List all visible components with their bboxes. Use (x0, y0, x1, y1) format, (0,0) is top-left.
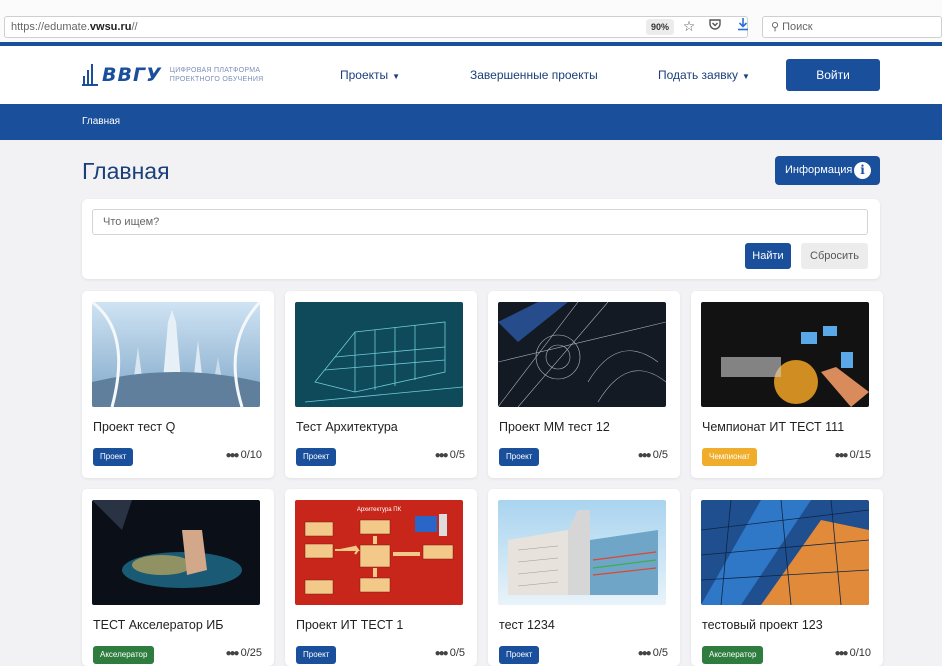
url-prefix: https://edumate. (11, 21, 90, 33)
users-icon: ●●● (834, 648, 848, 659)
project-type-badge: Проект (499, 646, 540, 664)
project-thumbnail (92, 302, 260, 407)
browser-search-placeholder: Поиск (782, 21, 813, 33)
users-icon: ●●● (434, 450, 449, 461)
download-icon[interactable] (734, 17, 752, 35)
project-title[interactable]: Чемпионат ИТ ТЕСТ 111 (702, 420, 844, 434)
address-bar[interactable]: https://edumate.vwsu.ru// (4, 16, 748, 38)
users-icon: ●●● (434, 648, 449, 659)
project-card[interactable]: тестовый проект 123 Акселератор ●●● 0/10 (691, 489, 883, 666)
project-title[interactable]: Проект ИТ ТЕСТ 1 (296, 618, 403, 632)
members-count: ●●● 0/5 (638, 449, 668, 461)
project-type-badge: Проект (499, 448, 540, 466)
project-card[interactable]: тест 1234 Проект ●●● 0/5 (488, 489, 680, 666)
browser-toolbar: https://edumate.vwsu.ru// 90% ☆ ⚲ Поиск (0, 0, 942, 43)
users-icon: ●●● (225, 648, 239, 659)
users-icon: ●●● (834, 450, 848, 461)
project-title[interactable]: тестовый проект 123 (702, 618, 823, 632)
project-type-badge: Проект (296, 646, 337, 664)
members-value: 0/5 (652, 449, 668, 461)
members-count: ●●● 0/5 (435, 449, 465, 461)
project-thumbnail (92, 500, 260, 605)
url-suffix: // (131, 21, 138, 33)
project-card[interactable]: Архитектура ПК Проект ИТ ТЕСТ 1 Проект ●… (285, 489, 477, 666)
search-panel: Что ищем? Найти Сбросить (82, 199, 880, 279)
pocket-icon[interactable] (706, 17, 724, 35)
members-value: 0/5 (449, 647, 465, 659)
project-type-badge: Акселератор (93, 646, 155, 664)
project-title[interactable]: тест 1234 (499, 618, 555, 632)
chevron-down-icon: ▼ (392, 72, 401, 81)
url-domain: vwsu.ru (89, 21, 132, 33)
members-count: ●●● 0/25 (225, 647, 262, 659)
logo-mark: ВВГУ (102, 64, 162, 86)
nav-completed-label: Завершенные проекты (470, 68, 598, 82)
members-count: ●●● 0/5 (435, 647, 465, 659)
project-thumbnail (295, 302, 463, 407)
members-value: 0/10 (849, 647, 871, 659)
nav-completed-projects[interactable]: Завершенные проекты (470, 68, 598, 82)
project-thumbnail: Архитектура ПК (295, 500, 463, 605)
users-icon: ●●● (637, 450, 652, 461)
chevron-down-icon: ▼ (741, 72, 750, 81)
members-value: 0/15 (849, 449, 871, 461)
logo-bars-icon (82, 64, 98, 86)
breadcrumb-home[interactable]: Главная (82, 116, 120, 127)
nav-apply[interactable]: Подать заявку ▼ (658, 68, 750, 82)
logo-subtitle: ЦИФРОВАЯ ПЛАТФОРМА ПРОЕКТНОГО ОБУЧЕНИЯ (170, 66, 264, 84)
project-title[interactable]: Проект ММ тест 12 (499, 420, 610, 434)
site-header: ВВГУ ЦИФРОВАЯ ПЛАТФОРМА ПРОЕКТНОГО ОБУЧЕ… (0, 46, 942, 104)
members-value: 0/25 (240, 647, 262, 659)
login-button[interactable]: Войти (786, 59, 880, 91)
nav-projects-label: Проекты (340, 68, 389, 82)
logo-line-2: ПРОЕКТНОГО ОБУЧЕНИЯ (169, 76, 264, 83)
project-title[interactable]: ТЕСТ Акселератор ИБ (93, 618, 223, 632)
zoom-level[interactable]: 90% (646, 19, 675, 35)
members-count: ●●● 0/10 (834, 647, 871, 659)
project-card[interactable]: Чемпионат ИТ ТЕСТ 111 Чемпионат ●●● 0/15 (691, 291, 883, 478)
project-type-badge: Проект (93, 448, 134, 466)
project-thumbnail (701, 500, 869, 605)
users-icon: ●●● (637, 648, 652, 659)
search-input[interactable]: Что ищем? (92, 209, 868, 235)
project-type-badge: Чемпионат (702, 448, 757, 466)
thumb-caption: Архитектура ПК (357, 507, 402, 513)
members-count: ●●● 0/15 (834, 449, 871, 461)
members-value: 0/5 (652, 647, 668, 659)
page-title: Главная (82, 158, 170, 184)
logo-line-1: ЦИФРОВАЯ ПЛАТФОРМА (169, 67, 261, 74)
users-icon: ●●● (225, 450, 239, 461)
project-type-badge: Проект (296, 448, 337, 466)
browser-search-input[interactable]: ⚲ Поиск (762, 16, 942, 38)
project-title[interactable]: Тест Архитектура (296, 420, 398, 434)
members-value: 0/5 (449, 449, 465, 461)
project-thumbnail (498, 500, 666, 605)
find-button[interactable]: Найти (745, 243, 791, 269)
project-title[interactable]: Проект тест Q (93, 420, 175, 434)
info-icon: i (854, 162, 871, 179)
members-count: ●●● 0/10 (225, 449, 262, 461)
project-card[interactable]: Проект ММ тест 12 Проект ●●● 0/5 (488, 291, 680, 478)
members-count: ●●● 0/5 (638, 647, 668, 659)
info-button-label: Информация (785, 164, 853, 176)
project-type-badge: Акселератор (702, 646, 764, 664)
nav-apply-label: Подать заявку (658, 68, 738, 82)
bookmark-star-icon[interactable]: ☆ (680, 17, 698, 35)
project-card[interactable]: ТЕСТ Акселератор ИБ Акселератор ●●● 0/25 (82, 489, 274, 666)
project-thumbnail (498, 302, 666, 407)
magnifier-icon: ⚲ (771, 21, 780, 33)
project-card[interactable]: Проект тест Q Проект ●●● 0/10 (82, 291, 274, 478)
info-button[interactable]: Информация i (775, 156, 880, 185)
breadcrumb: Главная (0, 104, 942, 140)
reset-button[interactable]: Сбросить (801, 243, 868, 269)
nav-projects[interactable]: Проекты ▼ (340, 68, 400, 82)
members-value: 0/10 (240, 449, 262, 461)
site-logo[interactable]: ВВГУ ЦИФРОВАЯ ПЛАТФОРМА ПРОЕКТНОГО ОБУЧЕ… (82, 58, 264, 92)
project-thumbnail (701, 302, 869, 407)
project-card[interactable]: Тест Архитектура Проект ●●● 0/5 (285, 291, 477, 478)
